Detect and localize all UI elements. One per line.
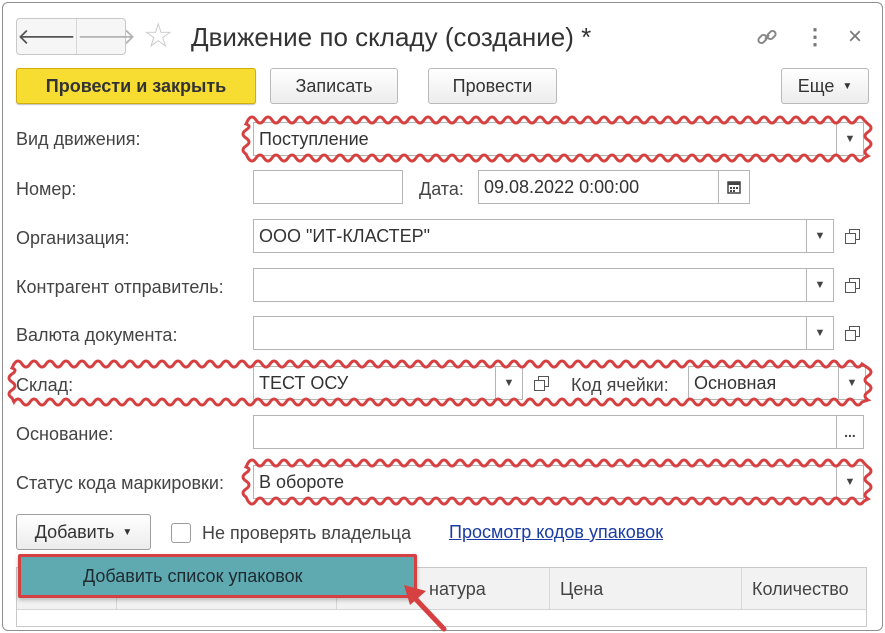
column-header-quantity[interactable]: Количество [742,568,868,610]
open-icon [845,278,860,293]
cell-code-field[interactable]: Основная [688,366,840,400]
number-field[interactable] [253,170,403,204]
open-icon [845,229,860,244]
cell-code-dropdown[interactable]: ▼ [838,366,866,400]
chevron-down-icon: ▼ [844,133,856,145]
dont-check-owner-checkbox[interactable] [171,523,191,543]
more-icon[interactable]: ⋮ [800,22,830,52]
arrow-right-icon: 🡒 [77,23,136,49]
chevron-down-icon: ▼ [842,80,853,92]
date-label: Дата: [419,179,464,199]
organization-field[interactable]: ООО "ИТ-КЛАСТЕР" [253,219,808,253]
chevron-down-icon: ▼ [814,279,826,291]
cell-code-label: Код ячейки: [571,375,669,395]
marking-status-label: Статус кода маркировки: [16,473,224,493]
movement-type-label: Вид движения: [16,129,141,149]
add-button-label: Добавить [34,521,115,542]
counterparty-label: Контрагент отправитель: [16,277,224,297]
counterparty-field[interactable] [253,268,808,302]
view-package-codes-link[interactable]: Просмотр кодов упаковок [449,522,663,543]
date-field[interactable]: 09.08.2022 0:00:00 [478,170,720,204]
star-icon[interactable]: ☆ [143,18,173,54]
warehouse-field[interactable]: ТЕСТ ОСУ [253,366,497,400]
basis-label: Основание: [16,424,114,444]
marking-status-dropdown[interactable]: ▼ [836,465,864,499]
link-icon[interactable] [752,22,782,52]
counterparty-open-button[interactable] [840,268,864,302]
chevron-down-icon: ▼ [122,526,133,538]
movement-type-dropdown[interactable]: ▼ [836,122,864,156]
currency-label: Валюта документа: [16,325,178,345]
close-icon[interactable]: × [840,22,870,52]
organization-dropdown[interactable]: ▼ [806,219,834,253]
add-package-list-menu-item[interactable]: Добавить список упаковок [18,554,417,598]
basis-field[interactable] [253,415,838,449]
calendar-button[interactable] [718,170,750,204]
currency-open-button[interactable] [840,316,864,350]
annotation-arrow [404,585,447,632]
warehouse-label: Склад: [16,375,74,395]
forward-button[interactable]: 🡒 [77,19,136,54]
add-button[interactable]: Добавить ▼ [16,514,151,550]
open-icon [534,376,549,391]
marking-status-field[interactable]: В обороте [253,465,838,499]
more-button[interactable]: Еще ▼ [781,68,869,104]
chevron-down-icon: ▼ [814,230,826,242]
more-button-label: Еще [797,75,835,96]
post-and-close-button[interactable]: Провести и закрыть [16,68,256,104]
column-header-price[interactable]: Цена [550,568,742,610]
save-button[interactable]: Записать [270,68,398,104]
counterparty-dropdown[interactable]: ▼ [806,268,834,302]
currency-dropdown[interactable]: ▼ [806,316,834,350]
chevron-down-icon: ▼ [503,377,515,389]
currency-field[interactable] [253,316,808,350]
warehouse-dropdown[interactable]: ▼ [495,366,523,400]
movement-type-field[interactable]: Поступление [253,122,838,156]
page-title: Движение по складу (создание) * [191,22,592,52]
post-button[interactable]: Провести [428,68,557,104]
organization-open-button[interactable] [840,219,864,253]
warehouse-open-button[interactable] [529,366,553,400]
chevron-down-icon: ▼ [846,377,858,389]
back-button[interactable]: 🡐 [17,19,77,54]
chevron-down-icon: ▼ [814,327,826,339]
chevron-down-icon: ▼ [844,476,856,488]
history-nav: 🡐 🡒 [16,18,136,55]
ellipsis-icon: ... [844,424,856,440]
open-icon [845,326,860,341]
calendar-icon [727,181,741,194]
number-label: Номер: [16,179,77,199]
organization-label: Организация: [16,228,130,248]
basis-select-button[interactable]: ... [836,415,864,449]
arrow-left-icon: 🡐 [17,23,76,49]
dont-check-owner-label[interactable]: Не проверять владельца [202,522,411,544]
